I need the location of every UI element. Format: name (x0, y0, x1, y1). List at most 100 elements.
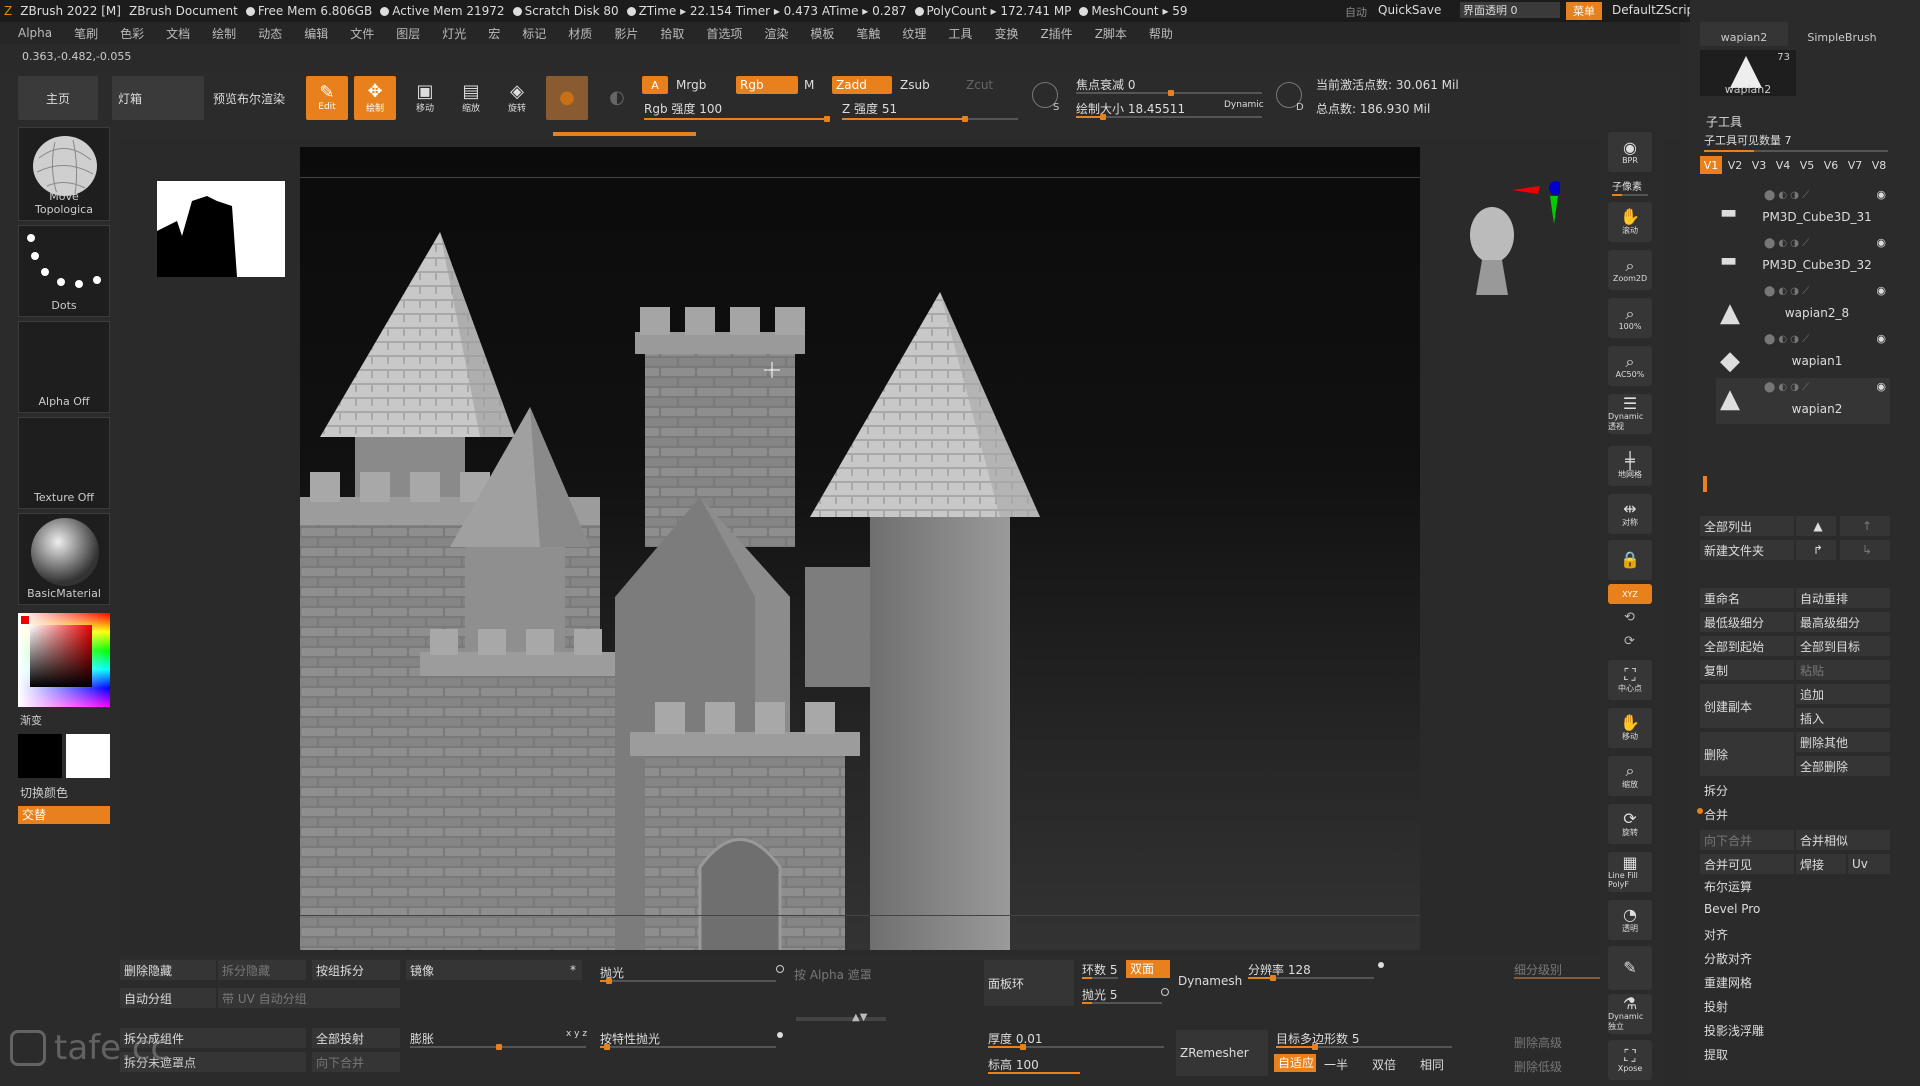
subtool-controls-icon[interactable]: ⬤ ◐ ◑ ⟋ (1764, 190, 1809, 201)
symmetry-button[interactable]: ⇹ 对称 (1608, 494, 1652, 534)
split-section[interactable]: 拆分 (1704, 782, 1728, 799)
eye-icon[interactable]: ◉ (1876, 188, 1886, 201)
uv-groups-button[interactable]: 带 UV 自动分组 (218, 988, 400, 1008)
menu-item[interactable]: 标记 (522, 25, 546, 42)
target-polys-slider[interactable] (1276, 1044, 1452, 1050)
feature-polish-slider[interactable] (600, 1044, 776, 1050)
append-button[interactable]: 追加 (1796, 684, 1890, 704)
rename-button[interactable]: 重命名 (1700, 588, 1794, 608)
delete-all-button[interactable]: 全部删除 (1796, 756, 1890, 776)
color-picker[interactable] (18, 613, 110, 707)
menu-item[interactable]: 帮助 (1149, 25, 1173, 42)
ghost-button[interactable]: ✎ (1608, 946, 1652, 990)
delete-others-button[interactable]: 删除其他 (1796, 732, 1890, 752)
subtool-item[interactable]: ▲ ⬤ ◐ ◑ ⟋ ◉ wapian2_8 (1716, 282, 1890, 328)
move-up-disabled-icon[interactable]: ↑ (1840, 516, 1890, 536)
quicksave-button[interactable]: QuickSave (1378, 3, 1441, 17)
rgb-intensity-slider[interactable] (644, 116, 830, 122)
m-toggle[interactable]: M (804, 78, 814, 92)
menu-item[interactable]: 变换 (994, 25, 1018, 42)
move-view-button[interactable]: ✋ 移动 (1608, 708, 1652, 748)
create-copy-button[interactable]: 创建副本 (1700, 684, 1794, 728)
shading-sphere-button[interactable]: ◐ (596, 76, 638, 120)
subtool-controls-icon[interactable]: ⬤ ◐ ◑ ⟋ (1764, 334, 1809, 345)
zoom3d-button[interactable]: ⌕ 缩放 (1608, 756, 1652, 796)
subtool-controls-icon[interactable]: ⬤ ◐ ◑ ⟋ (1764, 238, 1809, 249)
alpha-mask-label[interactable]: 按 Alpha 遮罩 (794, 966, 872, 983)
move-down-arrow-icon[interactable]: ↱ (1796, 540, 1836, 560)
frame-button[interactable]: ⛶ 中心点 (1608, 660, 1652, 700)
tool-thumb-3[interactable]: 73 wapian2 (1700, 50, 1796, 96)
half-size-button[interactable]: ⌕ AC50% (1608, 346, 1652, 386)
same-toggle[interactable]: 相同 (1420, 1056, 1444, 1073)
canvas-viewport[interactable] (300, 147, 1420, 950)
menu-item[interactable]: 影片 (614, 25, 638, 42)
home-button[interactable]: 主页 (18, 76, 98, 120)
polish-circle-icon[interactable] (776, 965, 784, 973)
loops-slider[interactable] (1082, 977, 1118, 979)
auto-reorder-button[interactable]: 自动重排 (1796, 588, 1890, 608)
zoom2d-button[interactable]: ⌕ Zoom2D (1608, 250, 1652, 290)
menu-item[interactable]: 材质 (568, 25, 592, 42)
subtool-item[interactable]: ▬ ⬤ ◐ ◑ ⟋ ◉ PM3D_Cube3D_32 (1716, 234, 1890, 280)
scale-button[interactable]: ▤ 缩放 (450, 76, 492, 120)
version-tab[interactable]: V3 (1748, 156, 1770, 174)
menu-item[interactable]: 文件 (350, 25, 374, 42)
draw-size-slider[interactable] (1076, 114, 1262, 120)
ui-transparency-slider[interactable]: 界面透明 0 (1460, 2, 1560, 18)
insert-button[interactable]: 插入 (1796, 708, 1890, 728)
polish2-slider[interactable] (1082, 1002, 1162, 1004)
merge-down-button[interactable]: 向下合并 (1700, 830, 1794, 850)
alternate-button[interactable]: 交替 (18, 806, 110, 824)
rotate-button[interactable]: ◈ 旋转 (496, 76, 538, 120)
highest-subdiv-button[interactable]: 最高级细分 (1796, 612, 1890, 632)
dynamesh-button[interactable]: Dynamesh (1178, 974, 1242, 988)
menu-item[interactable]: 笔刷 (74, 25, 98, 42)
lock-button[interactable]: 🔒 (1608, 540, 1652, 580)
double-toggle[interactable]: 双面 (1126, 960, 1170, 978)
solo-button[interactable]: ⚗ Dynamic 独立 (1608, 994, 1652, 1034)
rotate-y-icon[interactable]: ⟲ (1624, 610, 1635, 625)
subtool-title[interactable]: 子工具 (1706, 113, 1742, 130)
perspective-button[interactable]: ☰ Dynamic 透视 (1608, 394, 1652, 434)
uv-toggle[interactable]: Uv (1848, 854, 1890, 874)
menu-item[interactable]: Z插件 (1040, 25, 1072, 42)
distribute-section[interactable]: 分散对齐 (1704, 950, 1752, 967)
menu-item[interactable]: 模板 (810, 25, 834, 42)
weld-toggle[interactable]: 焊接 (1796, 854, 1846, 874)
eye-icon[interactable]: ◉ (1876, 236, 1886, 249)
version-tab[interactable]: V8 (1868, 156, 1890, 174)
merge-similar-button[interactable]: 合并相似 (1796, 830, 1890, 850)
merge-visible-button[interactable]: 合并可见 (1700, 854, 1794, 874)
remesh-section[interactable]: 重建网格 (1704, 974, 1752, 991)
panel-loops-button[interactable]: 面板环 (984, 960, 1074, 1006)
extract-section[interactable]: 提取 (1704, 1046, 1728, 1063)
version-tab[interactable]: V7 (1844, 156, 1866, 174)
auto-groups-button[interactable]: 自动分组 (120, 988, 216, 1008)
menu-item[interactable]: 图层 (396, 25, 420, 42)
xpose-button[interactable]: ⛶ Xpose (1608, 1040, 1652, 1080)
switch-color-button[interactable]: 切换颜色 (20, 784, 68, 801)
menu-item[interactable]: 笔触 (856, 25, 880, 42)
scroll-button[interactable]: ✋ 滚动 (1608, 202, 1652, 242)
list-all-button[interactable]: 全部列出 (1700, 516, 1794, 536)
adaptive-toggle[interactable]: 自适应 (1274, 1054, 1316, 1072)
inflate-slider[interactable] (410, 1044, 586, 1050)
double-density-toggle[interactable]: 双倍 (1372, 1056, 1396, 1073)
menu-item[interactable]: 拾取 (660, 25, 684, 42)
rotate-view-button[interactable]: ⟳ 旋转 (1608, 804, 1652, 844)
version-tab[interactable]: V1 (1700, 156, 1722, 174)
merge-section[interactable]: 合并 (1704, 806, 1728, 823)
draw-button[interactable]: ✥ 绘制 (354, 76, 396, 120)
brush-thumbnail[interactable]: Move Topologica (18, 127, 110, 221)
edit-button[interactable]: ✎ Edit (306, 76, 348, 120)
zadd-toggle[interactable]: Zadd (832, 76, 892, 94)
project-section[interactable]: 投射 (1704, 998, 1728, 1015)
rgb-toggle[interactable]: Rgb (736, 76, 798, 94)
alpha-thumbnail[interactable]: Alpha Off (18, 321, 110, 413)
menu-item[interactable]: 动态 (258, 25, 282, 42)
mirror-button[interactable]: 镜像 * (406, 960, 582, 980)
version-tab[interactable]: V6 (1820, 156, 1842, 174)
all-to-start-button[interactable]: 全部到起始 (1700, 636, 1794, 656)
subpixel-slider[interactable] (1612, 194, 1648, 196)
